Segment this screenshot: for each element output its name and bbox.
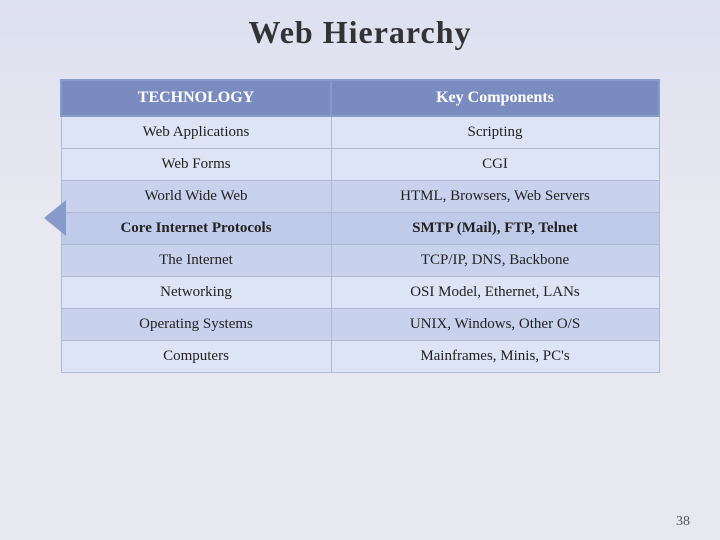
cell-technology: Core Internet Protocols xyxy=(61,213,331,245)
cell-components: UNIX, Windows, Other O/S xyxy=(331,309,659,341)
table-row: Web ApplicationsScripting xyxy=(61,116,659,149)
table-row: The InternetTCP/IP, DNS, Backbone xyxy=(61,245,659,277)
table-wrapper: TECHNOLOGY Key Components Web Applicatio… xyxy=(60,79,660,373)
cell-components: Mainframes, Minis, PC's xyxy=(331,341,659,373)
cell-technology: Computers xyxy=(61,341,331,373)
slide-title: Web Hierarchy xyxy=(248,14,471,51)
slide-number: 38 xyxy=(676,514,690,530)
cell-components: HTML, Browsers, Web Servers xyxy=(331,181,659,213)
cell-technology: Operating Systems xyxy=(61,309,331,341)
cell-technology: Web Forms xyxy=(61,149,331,181)
cell-components: Scripting xyxy=(331,116,659,149)
cell-components: SMTP (Mail), FTP, Telnet xyxy=(331,213,659,245)
slide: Web Hierarchy TECHNOLOGY Key Components … xyxy=(0,0,720,540)
table-row: NetworkingOSI Model, Ethernet, LANs xyxy=(61,277,659,309)
table-row: World Wide WebHTML, Browsers, Web Server… xyxy=(61,181,659,213)
header-technology: TECHNOLOGY xyxy=(61,80,331,116)
cell-components: CGI xyxy=(331,149,659,181)
table-row: Core Internet ProtocolsSMTP (Mail), FTP,… xyxy=(61,213,659,245)
left-arrow-decoration xyxy=(44,200,66,236)
table-row: Operating SystemsUNIX, Windows, Other O/… xyxy=(61,309,659,341)
table-header-row: TECHNOLOGY Key Components xyxy=(61,80,659,116)
hierarchy-table: TECHNOLOGY Key Components Web Applicatio… xyxy=(60,79,660,373)
cell-technology: Web Applications xyxy=(61,116,331,149)
cell-technology: World Wide Web xyxy=(61,181,331,213)
cell-technology: The Internet xyxy=(61,245,331,277)
table-row: ComputersMainframes, Minis, PC's xyxy=(61,341,659,373)
table-row: Web FormsCGI xyxy=(61,149,659,181)
cell-components: OSI Model, Ethernet, LANs xyxy=(331,277,659,309)
cell-components: TCP/IP, DNS, Backbone xyxy=(331,245,659,277)
header-key-components: Key Components xyxy=(331,80,659,116)
cell-technology: Networking xyxy=(61,277,331,309)
